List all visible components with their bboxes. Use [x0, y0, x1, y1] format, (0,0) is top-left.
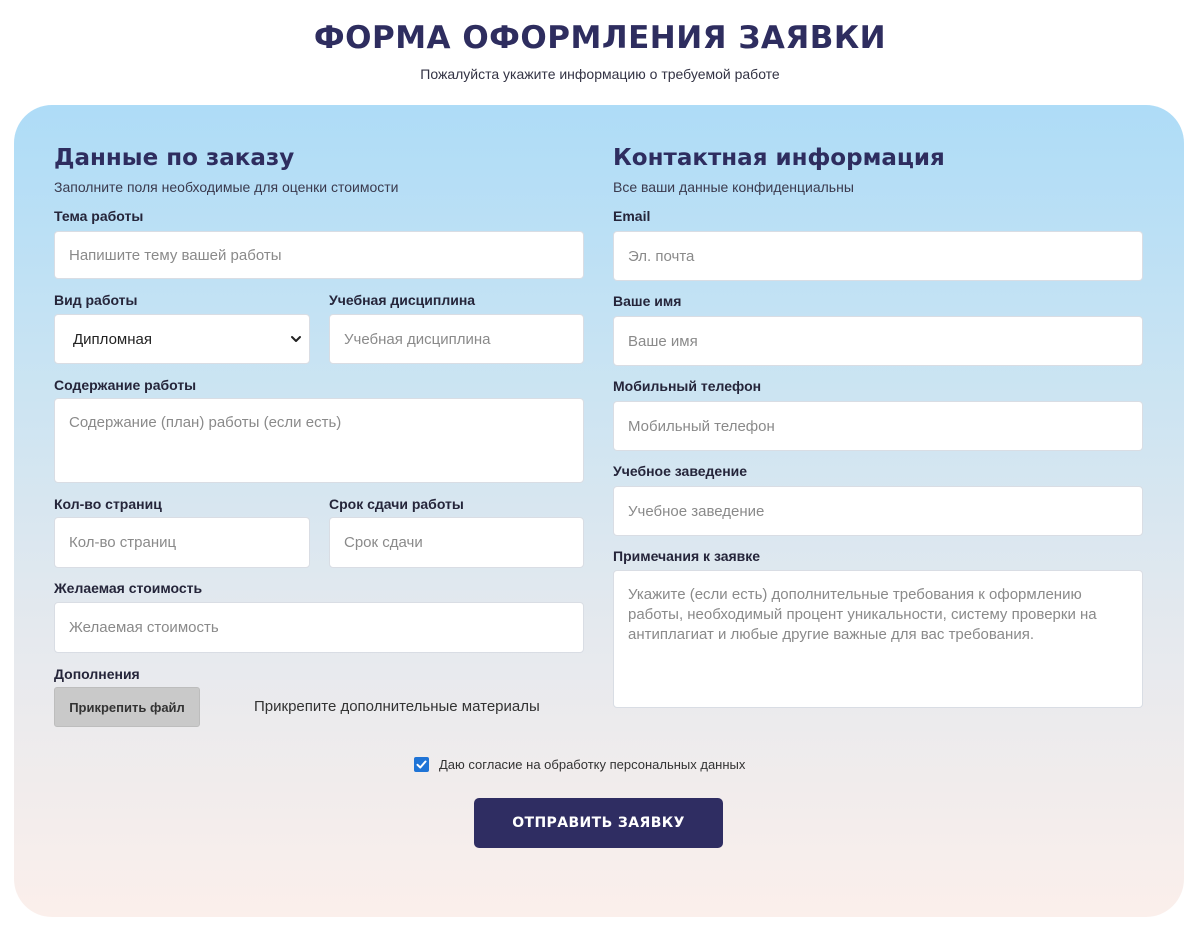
- content-textarea[interactable]: [54, 398, 584, 483]
- checkmark-icon: [416, 760, 427, 769]
- topic-input[interactable]: [54, 231, 584, 279]
- page-subtitle: Пожалуйста укажите информацию о требуемо…: [420, 66, 780, 82]
- phone-label: Мобильный телефон: [613, 378, 762, 394]
- institution-label: Учебное заведение: [613, 463, 748, 479]
- page-title: ФОРМА ОФОРМЛЕНИЯ ЗАЯВКИ: [313, 20, 887, 56]
- order-section-subtitle: Заполните поля необходимые для оценки ст…: [54, 179, 399, 195]
- consent-text: Даю согласие на обработку персональных д…: [439, 757, 746, 772]
- discipline-input[interactable]: [329, 314, 584, 364]
- contact-section-subtitle: Все ваши данные конфиденциальны: [613, 179, 854, 195]
- phone-field[interactable]: [613, 401, 1143, 451]
- deadline-label: Срок сдачи работы: [329, 496, 464, 512]
- pages-label: Кол-во страниц: [54, 496, 162, 512]
- notes-label: Примечания к заявке: [613, 548, 761, 564]
- price-label: Желаемая стоимость: [54, 580, 203, 596]
- submit-button[interactable]: ОТПРАВИТЬ ЗАЯВКУ: [474, 798, 723, 848]
- consent-row: Даю согласие на обработку персональных д…: [414, 757, 745, 772]
- content-label: Содержание работы: [54, 377, 197, 393]
- attach-file-button[interactable]: Прикрепить файл: [54, 687, 200, 727]
- name-field[interactable]: [613, 316, 1143, 366]
- work-type-value: Дипломная: [73, 330, 152, 348]
- deadline-input[interactable]: [329, 517, 584, 568]
- email-label: Email: [613, 208, 651, 224]
- order-section-title: Данные по заказу: [54, 145, 295, 171]
- name-label: Ваше имя: [613, 293, 682, 309]
- topic-label: Тема работы: [54, 208, 144, 224]
- price-input[interactable]: [54, 602, 584, 653]
- discipline-label: Учебная дисциплина: [329, 292, 476, 308]
- attachments-label: Дополнения: [54, 666, 140, 682]
- pages-input[interactable]: [54, 517, 310, 568]
- chevron-down-icon: [291, 336, 301, 342]
- attach-hint: Прикрепите дополнительные материалы: [254, 698, 540, 715]
- institution-field[interactable]: [613, 486, 1143, 536]
- work-type-label: Вид работы: [54, 292, 138, 308]
- contact-section-title: Контактная информация: [613, 145, 945, 171]
- email-field[interactable]: [613, 231, 1143, 281]
- consent-checkbox[interactable]: [414, 757, 429, 772]
- work-type-select[interactable]: Дипломная: [54, 314, 310, 364]
- notes-textarea[interactable]: [613, 570, 1143, 708]
